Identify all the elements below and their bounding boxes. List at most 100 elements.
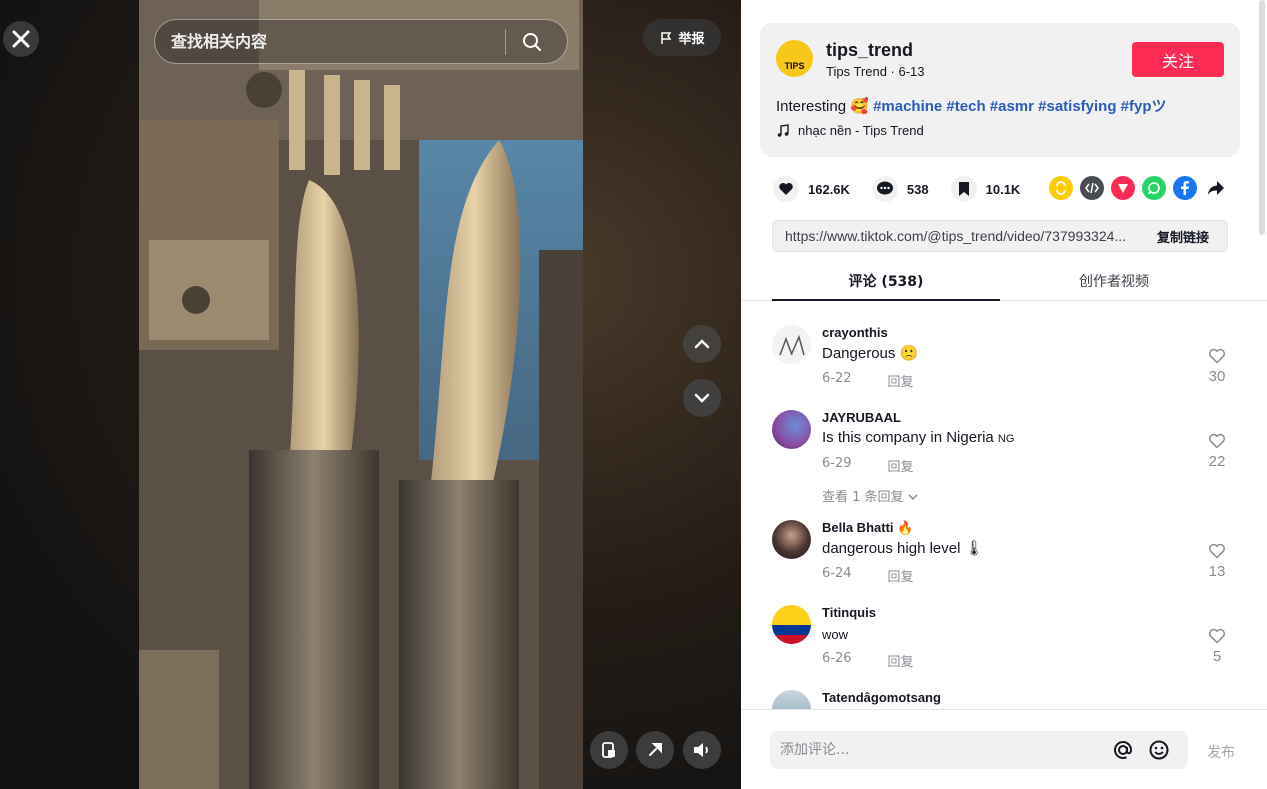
author-card: TIPS tips_trend Tips Trend · 6-13 关注 Int… bbox=[760, 23, 1240, 157]
flag-icon bbox=[661, 31, 672, 44]
whatsapp-icon[interactable] bbox=[1142, 176, 1166, 200]
comment-text-body: Is this company in Nigeria bbox=[822, 429, 994, 446]
send-icon[interactable] bbox=[1111, 176, 1135, 200]
comment-like-count: 13 bbox=[1208, 563, 1226, 580]
search-button[interactable] bbox=[506, 20, 558, 63]
author-subtitle: Tips Trend · 6-13 bbox=[826, 64, 925, 79]
search-input[interactable] bbox=[155, 32, 505, 51]
search-icon bbox=[523, 32, 541, 51]
like-count: 162.6K bbox=[808, 181, 850, 197]
comment-text: dangerous high level 🌡 bbox=[822, 540, 984, 557]
comment-input-box[interactable] bbox=[770, 731, 1188, 769]
scrollbar-thumb[interactable] bbox=[1259, 0, 1265, 235]
comment-username[interactable]: Titinquis bbox=[822, 605, 876, 620]
tab-comments[interactable]: 评论 (538) bbox=[772, 262, 1000, 301]
avatar-text: TIPS bbox=[784, 61, 805, 71]
comment-date: 6-24 bbox=[822, 566, 852, 581]
mention-icon[interactable] bbox=[1112, 739, 1134, 761]
comment-text: Is this company in Nigeria NG bbox=[822, 429, 1014, 446]
video-link-text[interactable]: https://www.tiktok.com/@tips_trend/video… bbox=[773, 228, 1143, 244]
comment-meta: 6-22 回复 bbox=[822, 371, 914, 390]
comment-username[interactable]: Tatendâgomotsang bbox=[822, 690, 941, 705]
volume-icon bbox=[694, 743, 708, 757]
next-video-button[interactable] bbox=[683, 379, 721, 417]
bookmark-icon bbox=[950, 176, 977, 202]
close-button[interactable] bbox=[3, 21, 39, 57]
caption-text: Interesting 🥰 bbox=[776, 98, 874, 115]
comment-like-button[interactable]: 30 bbox=[1199, 348, 1235, 385]
like-stat[interactable]: 162.6K bbox=[773, 176, 850, 202]
rocket-icon bbox=[649, 743, 662, 756]
video-caption: Interesting 🥰 #machine #tech #asmr #sati… bbox=[776, 95, 1167, 116]
colombia-flag-avatar bbox=[772, 605, 811, 644]
volume-button[interactable] bbox=[683, 731, 721, 769]
facebook-icon[interactable] bbox=[1173, 176, 1197, 200]
search-bar[interactable] bbox=[154, 19, 568, 64]
copy-link-button[interactable]: 复制链接 bbox=[1157, 227, 1209, 246]
heart-outline-icon bbox=[1209, 543, 1225, 559]
share-icons bbox=[1049, 176, 1228, 200]
view-replies-label: 查看 1 条回复 bbox=[822, 490, 904, 505]
tab-creator-videos[interactable]: 创作者视频 bbox=[1000, 262, 1228, 300]
music-link[interactable]: nhạc nền - Tips Trend bbox=[776, 123, 924, 138]
comment-meta: 6-24 回复 bbox=[822, 566, 914, 585]
author-avatar[interactable]: TIPS bbox=[776, 40, 813, 77]
comment-list[interactable]: crayonthis Dangerous 🙁 6-22 回复 30 JAYRUB… bbox=[741, 302, 1267, 709]
comment-tabs: 评论 (538) 创作者视频 bbox=[741, 262, 1267, 301]
reply-button[interactable]: 回复 bbox=[888, 566, 914, 585]
post-comment-button[interactable]: 发布 bbox=[1207, 742, 1235, 762]
comment-date: 6-26 bbox=[822, 651, 852, 666]
comment-username[interactable]: JAYRUBAAL bbox=[822, 410, 901, 425]
comment-username[interactable]: Bella Bhatti 🔥 bbox=[822, 520, 913, 536]
heart-outline-icon bbox=[1209, 433, 1225, 449]
comment-like-button[interactable]: 5 bbox=[1199, 628, 1235, 665]
music-note-icon bbox=[777, 123, 789, 137]
immersive-mode-button[interactable] bbox=[636, 731, 674, 769]
emoji-icon[interactable] bbox=[1148, 739, 1170, 761]
previous-video-button[interactable] bbox=[683, 325, 721, 363]
video-frame[interactable] bbox=[139, 0, 583, 789]
caption-hashtags[interactable]: #machine #tech #asmr #satisfying #fypツ bbox=[873, 98, 1166, 115]
embed-icon[interactable] bbox=[1080, 176, 1104, 200]
avatar[interactable] bbox=[772, 605, 811, 644]
avatar[interactable] bbox=[772, 690, 811, 709]
video-machine-scene bbox=[139, 0, 583, 789]
report-button[interactable]: 举报 bbox=[643, 19, 721, 56]
comment-like-button[interactable]: 13 bbox=[1199, 543, 1235, 580]
comment-date: 6-22 bbox=[822, 371, 852, 386]
chevron-down-icon bbox=[908, 494, 918, 500]
heart-outline-icon bbox=[1209, 348, 1225, 364]
avatar[interactable] bbox=[772, 520, 811, 559]
video-player[interactable]: 举报 bbox=[0, 0, 741, 789]
save-count: 10.1K bbox=[985, 181, 1021, 197]
avatar[interactable] bbox=[772, 325, 811, 364]
comment-stat[interactable]: 538 bbox=[871, 176, 929, 202]
comment-meta: 6-29 回复 bbox=[822, 456, 914, 475]
comment-text: Dangerous 🙁 bbox=[822, 345, 919, 362]
miniplayer-button[interactable] bbox=[590, 731, 628, 769]
heart-outline-icon bbox=[1209, 628, 1225, 644]
share-arrow-icon[interactable] bbox=[1204, 176, 1228, 200]
comment-meta: 6-26 回复 bbox=[822, 651, 914, 670]
engagement-stats: 162.6K 538 10.1K bbox=[773, 176, 1042, 202]
comment-like-button[interactable]: 22 bbox=[1199, 433, 1235, 470]
chevron-up-icon bbox=[694, 339, 710, 349]
view-replies-button[interactable]: 查看 1 条回复 bbox=[822, 486, 918, 505]
comment-composer: 发布 bbox=[741, 709, 1267, 789]
reply-button[interactable]: 回复 bbox=[888, 371, 914, 390]
comment-date: 6-29 bbox=[822, 456, 852, 471]
comment-input[interactable] bbox=[770, 742, 1100, 758]
comment-username[interactable]: crayonthis bbox=[822, 325, 888, 340]
avatar[interactable] bbox=[772, 410, 811, 449]
chevron-down-icon bbox=[694, 393, 710, 403]
author-username[interactable]: tips_trend bbox=[826, 40, 913, 61]
comment-icon bbox=[871, 176, 898, 202]
repost-icon[interactable] bbox=[1049, 176, 1073, 200]
save-stat[interactable]: 10.1K bbox=[950, 176, 1021, 202]
comment-like-count: 30 bbox=[1208, 368, 1226, 385]
comment-like-count: 22 bbox=[1208, 453, 1226, 470]
comment-text: wow bbox=[822, 627, 849, 642]
reply-button[interactable]: 回复 bbox=[888, 651, 914, 670]
follow-button[interactable]: 关注 bbox=[1132, 42, 1224, 77]
reply-button[interactable]: 回复 bbox=[888, 456, 914, 475]
